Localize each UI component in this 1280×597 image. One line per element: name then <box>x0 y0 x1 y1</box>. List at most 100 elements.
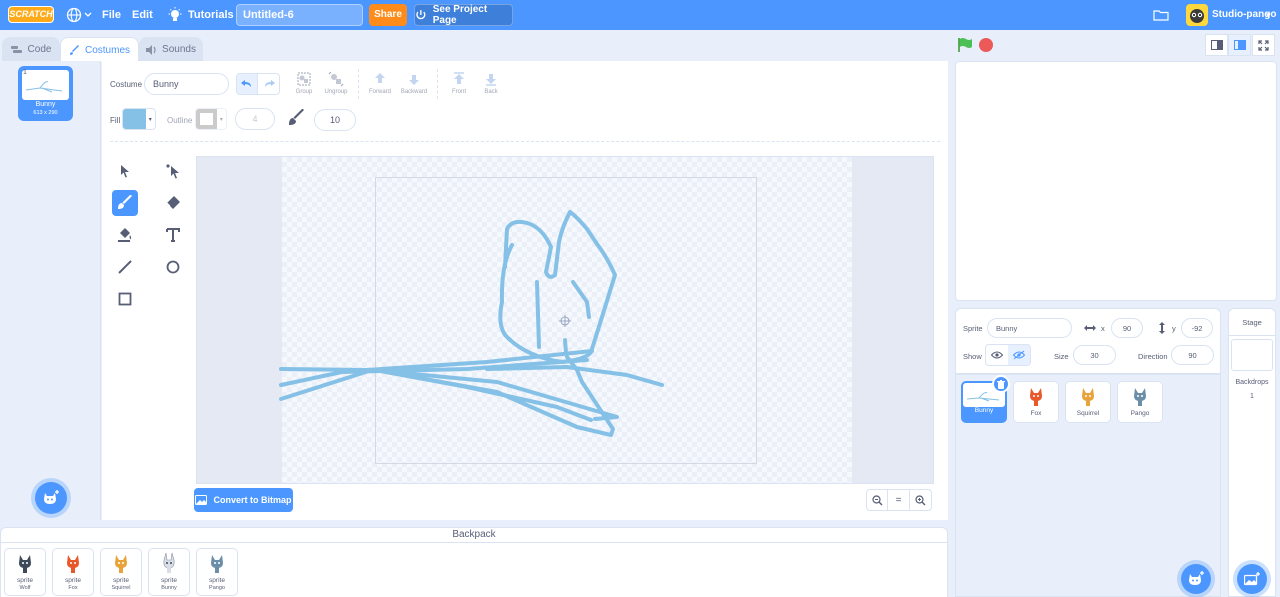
small-stage-button[interactable] <box>1205 34 1228 56</box>
rectangle-tool[interactable] <box>112 286 138 312</box>
tab-sounds[interactable]: Sounds <box>139 37 203 61</box>
sprite-card[interactable]: Fox <box>1013 381 1059 423</box>
ungroup-button[interactable]: Ungroup <box>322 71 350 99</box>
speaker-icon <box>146 44 156 55</box>
show-toggle-group <box>985 344 1031 366</box>
file-menu[interactable]: File <box>102 9 121 21</box>
fullscreen-button[interactable] <box>1252 34 1275 56</box>
sprite-label: Sprite <box>963 324 983 333</box>
chevron-down-icon[interactable]: ▾ <box>1266 10 1271 21</box>
backpack-item[interactable]: sprite Bunny <box>148 548 190 596</box>
outline-color-picker[interactable]: ▾ <box>195 108 227 130</box>
sprite-card[interactable]: Pango <box>1117 381 1163 423</box>
backpack-header[interactable]: Backpack <box>0 527 948 543</box>
user-avatar[interactable] <box>1186 4 1208 26</box>
zoom-controls: = <box>866 489 932 511</box>
direction-input[interactable] <box>1171 345 1214 365</box>
backpack-item[interactable]: sprite Pango <box>196 548 238 596</box>
share-button[interactable]: Share <box>369 4 407 26</box>
zoom-in-button[interactable] <box>910 490 931 510</box>
rectangle-icon <box>118 292 132 306</box>
convert-to-bitmap-button[interactable]: Convert to Bitmap <box>194 488 293 512</box>
sprite-card-name: Fox <box>1030 410 1042 417</box>
green-flag-icon[interactable] <box>957 37 973 53</box>
scratch-logo[interactable]: SCRATCH <box>8 6 54 23</box>
arrow-cursor-icon <box>121 165 129 178</box>
sprite-card[interactable]: Squirrel <box>1065 381 1111 423</box>
tutorials-button[interactable]: Tutorials <box>168 6 234 24</box>
paint-editor: Costume Group Ungroup Forward Backward F… <box>102 61 948 520</box>
sprite-name-input[interactable] <box>987 318 1072 338</box>
stop-sign-icon[interactable] <box>979 38 993 52</box>
ungroup-label: Ungroup <box>324 89 348 95</box>
direction-label: Direction <box>1138 352 1168 361</box>
backpack-item-type: sprite <box>65 577 81 584</box>
brush-size-input[interactable] <box>314 109 356 131</box>
front-label: Front <box>451 89 466 95</box>
vertical-arrows-icon <box>1159 322 1165 334</box>
backward-button[interactable]: Backward <box>400 71 428 99</box>
line-icon <box>118 260 132 274</box>
image-icon <box>195 495 208 505</box>
x-position-input[interactable] <box>1111 318 1143 338</box>
circle-tool[interactable] <box>160 254 186 280</box>
backpack-item[interactable]: sprite Fox <box>52 548 94 596</box>
back-button[interactable]: Back <box>477 71 505 99</box>
edit-menu[interactable]: Edit <box>132 9 153 21</box>
backdrop-image-plus-icon <box>1244 572 1260 586</box>
tab-code[interactable]: Code <box>2 37 60 61</box>
normal-stage-button[interactable] <box>1228 34 1251 56</box>
hide-sprite-button[interactable] <box>1008 345 1030 365</box>
front-button[interactable]: Front <box>445 71 473 99</box>
see-project-page-button[interactable]: See Project Page <box>414 4 513 26</box>
paint-canvas[interactable] <box>196 156 934 484</box>
choose-costume-button[interactable] <box>35 482 67 514</box>
brush-icon <box>118 195 132 209</box>
fill-color-picker[interactable]: ▾ <box>122 108 156 130</box>
size-label: Size <box>1054 352 1069 361</box>
language-globe-icon[interactable] <box>66 7 92 23</box>
backpack-item[interactable]: sprite Squirrel <box>100 548 142 596</box>
backpack-item[interactable]: sprite Wolf <box>4 548 46 596</box>
forward-layer-icon <box>375 73 385 83</box>
tab-sounds-label: Sounds <box>162 44 196 55</box>
reshape-tool[interactable] <box>160 158 186 184</box>
eraser-tool[interactable] <box>160 190 186 216</box>
divider <box>1229 335 1275 336</box>
reshape-cursor-icon <box>166 164 179 179</box>
costume-name-input[interactable] <box>144 73 229 95</box>
size-input[interactable] <box>1073 345 1116 365</box>
group-button[interactable]: Group <box>290 71 318 99</box>
backpack-item-type: sprite <box>161 577 177 584</box>
group-label: Group <box>295 89 313 95</box>
tab-costumes-label: Costumes <box>84 44 130 56</box>
delete-sprite-button[interactable] <box>992 375 1010 393</box>
sprite-card-name: Bunny <box>974 407 994 414</box>
stage-thumbnail[interactable] <box>1231 339 1273 371</box>
stage-canvas[interactable] <box>955 61 1277 301</box>
sprite-card-name: Pango <box>1130 410 1150 417</box>
paint-bucket-icon <box>118 228 132 242</box>
line-tool[interactable] <box>112 254 138 280</box>
brush-tool[interactable] <box>112 190 138 216</box>
my-stuff-folder-icon[interactable] <box>1153 9 1169 21</box>
select-tool[interactable] <box>112 158 138 184</box>
choose-sprite-button[interactable] <box>1181 564 1211 594</box>
choose-backdrop-button[interactable] <box>1237 564 1267 594</box>
zoom-reset-button[interactable]: = <box>888 490 910 510</box>
redo-button[interactable] <box>258 74 279 94</box>
chevron-down-icon: ▾ <box>148 116 152 123</box>
y-position-input[interactable] <box>1181 318 1213 338</box>
costume-number: 1 <box>23 69 27 76</box>
project-title-input[interactable] <box>236 4 363 26</box>
costume-item[interactable]: 1 Bunny 613 x 290 <box>18 66 73 121</box>
undo-button[interactable] <box>237 74 259 94</box>
tab-costumes[interactable]: Costumes <box>60 37 139 62</box>
zoom-out-button[interactable] <box>867 490 889 510</box>
outline-width-input[interactable]: 4 <box>235 108 275 130</box>
show-sprite-button[interactable] <box>986 345 1008 365</box>
text-tool[interactable] <box>160 222 186 248</box>
stage-selector[interactable]: Stage Backdrops 1 <box>1228 308 1276 597</box>
forward-button[interactable]: Forward <box>366 71 394 99</box>
fill-tool[interactable] <box>112 222 138 248</box>
